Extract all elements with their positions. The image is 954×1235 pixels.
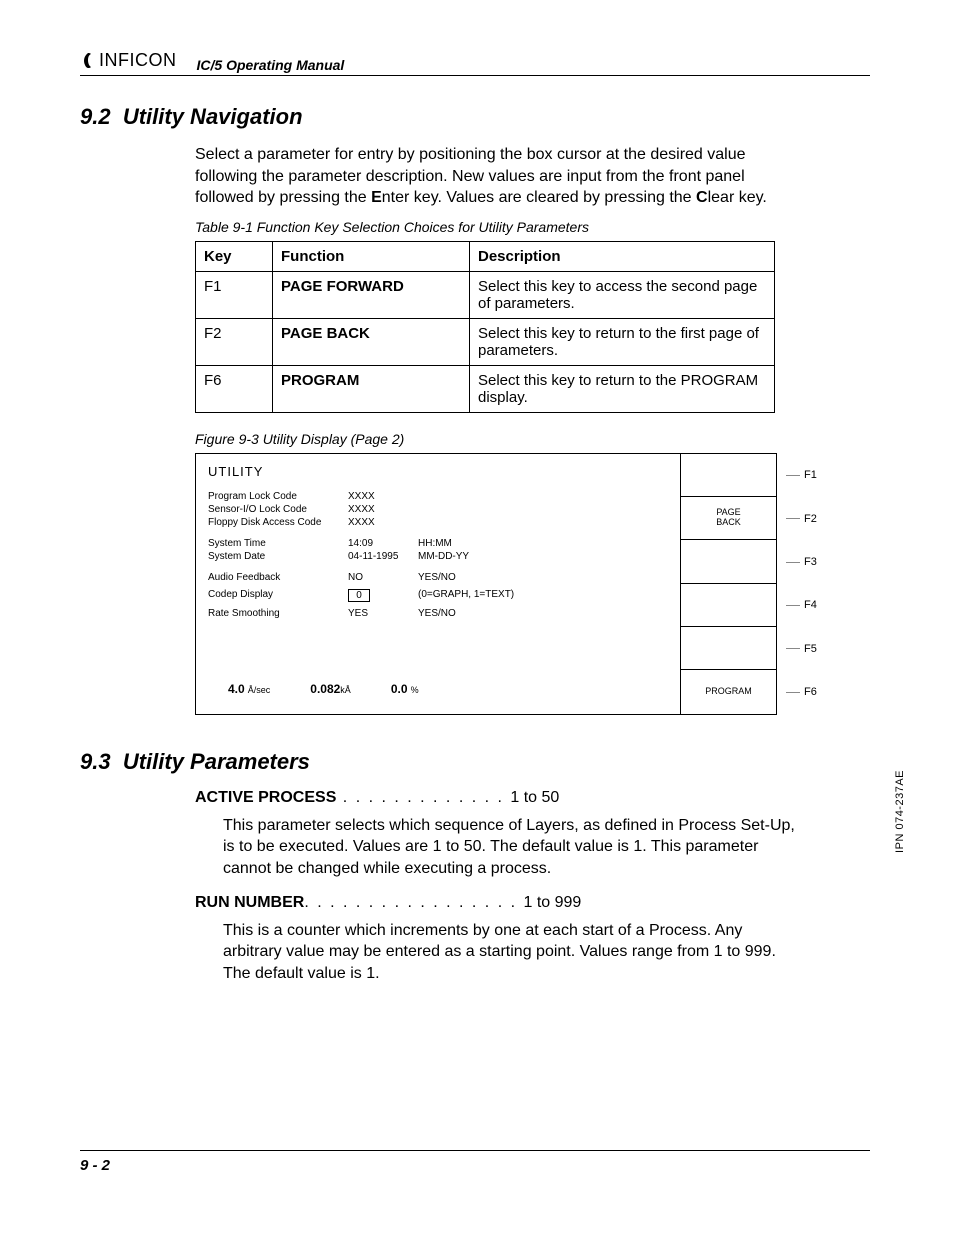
fig-side-labels: PAGEBACK PROGRAM xyxy=(680,454,776,714)
th-key: Key xyxy=(196,241,273,271)
table-row: F1 PAGE FORWARD Select this key to acces… xyxy=(196,271,775,318)
fig-options: Audio FeedbackNOYES/NO Codep Display0(0=… xyxy=(208,572,666,619)
manual-title: IC/5 Operating Manual xyxy=(197,57,345,73)
page-number: 9 - 2 xyxy=(80,1157,110,1174)
fig-title: UTILITY xyxy=(208,464,666,479)
param-run-number: RUN NUMBER. . . . . . . . . . . . . . . … xyxy=(195,894,800,985)
page-header: INFICON IC/5 Operating Manual xyxy=(80,50,870,76)
figure-9-3-caption: Figure 9-3 Utility Display (Page 2) xyxy=(195,431,870,447)
fig-status-bar: 4.0 Å/sec 0.082kÅ 0.0 % xyxy=(228,682,419,696)
section-9-3-heading: 9.3 Utility Parameters xyxy=(80,749,870,775)
table-row: F2 PAGE BACK Select this key to return t… xyxy=(196,318,775,365)
table-9-1-caption: Table 9-1 Function Key Selection Choices… xyxy=(195,219,870,235)
table-row: F6 PROGRAM Select this key to return to … xyxy=(196,365,775,412)
page-footer: 9 - 2 xyxy=(80,1150,870,1175)
ipn-code: IPN 074-237AE xyxy=(894,770,906,853)
th-description: Description xyxy=(470,241,775,271)
function-key-table: Key Function Description F1 PAGE FORWARD… xyxy=(195,241,775,413)
section-9-2-heading: 9.2 Utility Navigation xyxy=(80,104,870,130)
utility-display-figure: UTILITY Program Lock CodeXXXX Sensor-I/O… xyxy=(195,453,777,715)
fig-fkey-labels: F1 F2 F3 F4 F5 F6 xyxy=(786,454,818,714)
param-active-process: ACTIVE PROCESS . . . . . . . . . . . . .… xyxy=(195,789,800,880)
th-function: Function xyxy=(273,241,470,271)
logo-icon xyxy=(80,52,96,70)
section-9-2-intro: Select a parameter for entry by position… xyxy=(195,144,800,209)
brand-text: INFICON xyxy=(99,50,177,71)
fig-datetime: System Time14:09HH:MM System Date04-11-1… xyxy=(208,538,666,562)
brand-logo: INFICON xyxy=(80,50,177,71)
fig-lockcodes: Program Lock CodeXXXX Sensor-I/O Lock Co… xyxy=(208,491,666,528)
